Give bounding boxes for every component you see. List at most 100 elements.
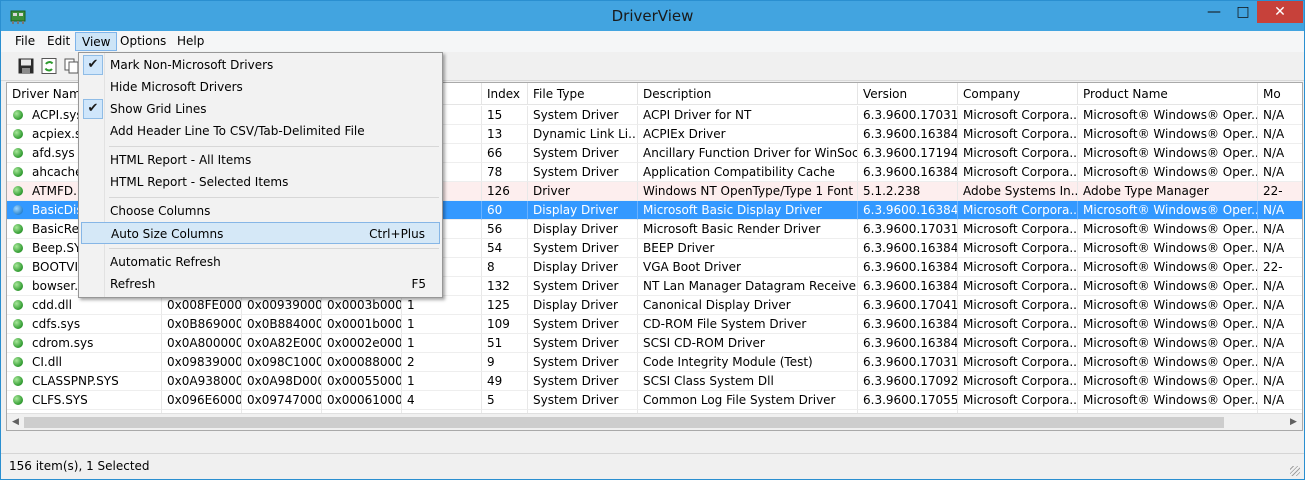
close-icon[interactable]: ✕ bbox=[1257, 1, 1303, 23]
table-cell: N/A bbox=[1258, 125, 1302, 144]
menu-options[interactable]: Options bbox=[114, 32, 172, 51]
table-row[interactable]: CI.dll 0x09839000 0x098C1000 0x00088000 2 9 Sy… bbox=[7, 353, 1302, 372]
table-cell: 66 bbox=[482, 144, 528, 163]
table-cell: 1 bbox=[402, 296, 482, 315]
menu-item-choose-columns[interactable]: Choose Columns bbox=[81, 200, 440, 222]
table-cell: 54 bbox=[482, 239, 528, 258]
menu-item-automatic-refresh[interactable]: Automatic Refresh bbox=[81, 251, 440, 273]
menu-help[interactable]: Help bbox=[171, 32, 210, 51]
scroll-thumb[interactable] bbox=[24, 417, 1224, 428]
menu-edit[interactable]: Edit bbox=[41, 32, 76, 51]
table-cell: System Driver bbox=[528, 144, 638, 163]
table-row[interactable]: cdd.dll 0x008FE000 0x00939000 0x0003b000 1 12… bbox=[7, 296, 1302, 315]
table-cell: Microsoft Basic Render Driver bbox=[638, 220, 858, 239]
table-row[interactable]: cdrom.sys 0x0A800000 0x0A82E000 0x0002e000 1… bbox=[7, 334, 1302, 353]
driver-name: CLFS.SYS bbox=[32, 393, 88, 407]
table-cell: 0x00939000 bbox=[242, 296, 322, 315]
menu-separator bbox=[109, 146, 439, 147]
table-cell: Windows NT OpenType/Type 1 Font ... bbox=[638, 182, 858, 201]
menu-view[interactable]: View bbox=[75, 32, 118, 51]
resize-grip-icon[interactable] bbox=[1290, 466, 1300, 476]
table-cell: 15 bbox=[482, 106, 528, 125]
table-cell: Driver bbox=[528, 182, 638, 201]
table-cell: Microsoft Corpora... bbox=[958, 372, 1078, 391]
menu-item-mark-non-microsoft[interactable]: ✔ Mark Non-Microsoft Drivers bbox=[81, 54, 440, 76]
table-cell: Microsoft® Windows® Oper... bbox=[1078, 144, 1258, 163]
table-cell: 6.3.9600.17031 bbox=[858, 353, 958, 372]
table-cell: 1 bbox=[402, 334, 482, 353]
save-icon[interactable] bbox=[17, 57, 35, 75]
title-bar[interactable]: DriverView — □ ✕ bbox=[1, 1, 1304, 31]
status-dot-icon bbox=[13, 376, 23, 386]
table-cell: Microsoft® Windows® Oper... bbox=[1078, 372, 1258, 391]
column-header[interactable]: Index bbox=[482, 83, 528, 105]
driver-name: CLASSPNP.SYS bbox=[32, 374, 119, 388]
column-header[interactable]: Description bbox=[638, 83, 858, 105]
menu-item-auto-size-columns[interactable]: Auto Size Columns Ctrl+Plus bbox=[81, 222, 440, 244]
table-cell: SCSI Class System Dll bbox=[638, 372, 858, 391]
table-cell: 6.3.9600.17092 bbox=[858, 372, 958, 391]
minimize-icon[interactable]: — bbox=[1199, 1, 1229, 23]
table-cell: Canonical Display Driver bbox=[638, 296, 858, 315]
table-cell: Microsoft® Windows® Oper... bbox=[1078, 239, 1258, 258]
menu-file[interactable]: File bbox=[9, 32, 41, 51]
table-cell: Microsoft® Windows® Oper... bbox=[1078, 258, 1258, 277]
horizontal-scrollbar[interactable]: ◀ ▶ bbox=[7, 413, 1302, 430]
table-cell: 5 bbox=[482, 391, 528, 410]
status-dot-icon bbox=[13, 338, 23, 348]
table-cell: 78 bbox=[482, 163, 528, 182]
table-cell: 0x0A938000 bbox=[162, 372, 242, 391]
table-row[interactable]: CLFS.SYS 0x096E6000 0x09747000 0x00061000 4 5… bbox=[7, 391, 1302, 410]
table-cell: N/A bbox=[1258, 201, 1302, 220]
scroll-left-icon[interactable]: ◀ bbox=[7, 414, 24, 430]
menu-item-hide-microsoft[interactable]: Hide Microsoft Drivers bbox=[81, 76, 440, 98]
table-cell: System Driver bbox=[528, 391, 638, 410]
status-dot-icon bbox=[13, 224, 23, 234]
table-cell: Microsoft Basic Display Driver bbox=[638, 201, 858, 220]
table-cell: Microsoft® Windows® Oper... bbox=[1078, 334, 1258, 353]
table-cell: 6.3.9600.17031 bbox=[858, 106, 958, 125]
menu-item-add-header-line[interactable]: Add Header Line To CSV/Tab-Delimited Fil… bbox=[81, 120, 440, 142]
table-cell: 0x0003b000 bbox=[322, 296, 402, 315]
table-cell: 4 bbox=[402, 391, 482, 410]
table-cell: System Driver bbox=[528, 163, 638, 182]
table-cell: Display Driver bbox=[528, 258, 638, 277]
maximize-icon[interactable]: □ bbox=[1229, 1, 1257, 23]
status-dot-icon bbox=[13, 319, 23, 329]
table-row[interactable]: CLASSPNP.SYS 0x0A938000 0x0A98D000 0x000550… bbox=[7, 372, 1302, 391]
table-cell: 0x09839000 bbox=[162, 353, 242, 372]
table-cell: Code Integrity Module (Test) bbox=[638, 353, 858, 372]
table-cell: CD-ROM File System Driver bbox=[638, 315, 858, 334]
status-dot-icon bbox=[13, 167, 23, 177]
table-cell: 0x0A800000 bbox=[162, 334, 242, 353]
column-header[interactable]: Company bbox=[958, 83, 1078, 105]
table-cell: Microsoft® Windows® Oper... bbox=[1078, 163, 1258, 182]
table-row[interactable]: cdfs.sys 0x0B869000 0x0B884000 0x0001b000 1 1… bbox=[7, 315, 1302, 334]
status-dot-icon bbox=[13, 205, 23, 215]
table-cell: 6.3.9600.16384 bbox=[858, 163, 958, 182]
menu-item-refresh[interactable]: Refresh F5 bbox=[81, 273, 440, 295]
table-cell: System Driver bbox=[528, 106, 638, 125]
scroll-right-icon[interactable]: ▶ bbox=[1285, 414, 1302, 430]
table-cell: Microsoft® Windows® Oper... bbox=[1078, 391, 1258, 410]
refresh-icon[interactable] bbox=[40, 57, 58, 75]
column-header[interactable]: Version bbox=[858, 83, 958, 105]
table-cell: BEEP Driver bbox=[638, 239, 858, 258]
table-cell: 6.3.9600.16384 bbox=[858, 125, 958, 144]
menu-item-show-grid-lines[interactable]: ✔ Show Grid Lines bbox=[81, 98, 440, 120]
menu-item-html-report-all[interactable]: HTML Report - All Items bbox=[81, 149, 440, 171]
status-dot-icon bbox=[13, 110, 23, 120]
table-cell: 0x008FE000 bbox=[162, 296, 242, 315]
table-cell: N/A bbox=[1258, 296, 1302, 315]
table-cell: Display Driver bbox=[528, 220, 638, 239]
table-cell: System Driver bbox=[528, 239, 638, 258]
table-cell: Microsoft® Windows® Oper... bbox=[1078, 106, 1258, 125]
table-cell: 6.3.9600.16384 bbox=[858, 201, 958, 220]
menu-item-html-report-selected[interactable]: HTML Report - Selected Items bbox=[81, 171, 440, 193]
table-cell: Microsoft Corpora... bbox=[958, 258, 1078, 277]
column-header[interactable]: Product Name bbox=[1078, 83, 1258, 105]
table-cell: Microsoft Corpora... bbox=[958, 106, 1078, 125]
column-header[interactable]: File Type bbox=[528, 83, 638, 105]
table-cell: 1 bbox=[402, 372, 482, 391]
column-header[interactable]: Mo bbox=[1258, 83, 1302, 105]
